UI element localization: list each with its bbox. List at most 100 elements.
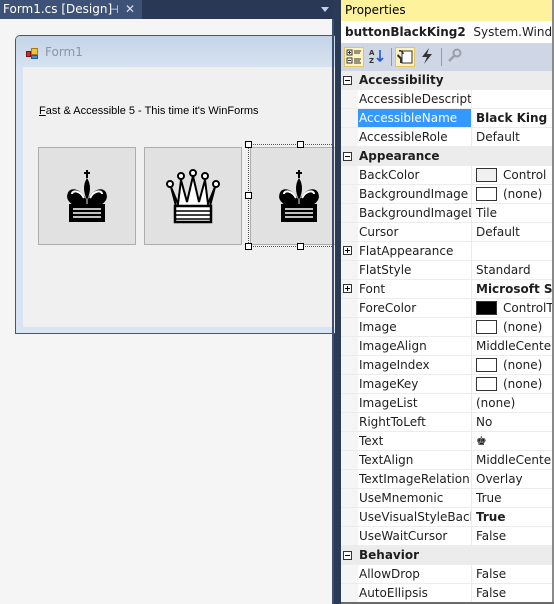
property-name[interactable]: AutoEllipsis [358, 584, 472, 602]
property-value[interactable]: Microsoft Sans Serif, 48pt [472, 280, 554, 298]
property-value[interactable]: (none) [472, 394, 554, 412]
chevron-down-icon[interactable] [321, 7, 329, 12]
property-row-imagekey[interactable]: ImageKey (none) [341, 375, 554, 394]
property-name[interactable]: Text [358, 432, 472, 450]
property-value[interactable]: ♚ [472, 432, 554, 450]
property-value[interactable]: False [472, 584, 554, 602]
form-label[interactable]: Fast & Accessible 5 - This time it's Win… [39, 105, 259, 117]
property-pages-button[interactable] [445, 47, 465, 67]
property-row-usewaitcursor[interactable]: UseWaitCursor False [341, 527, 554, 546]
property-name[interactable]: Font [358, 280, 472, 298]
property-row-imagelist[interactable]: ImageList (none) [341, 394, 554, 413]
property-row-allowdrop[interactable]: AllowDrop False [341, 565, 554, 584]
property-value[interactable]: (none) [472, 375, 554, 393]
form-client-area[interactable]: Fast & Accessible 5 - This time it's Win… [23, 67, 335, 327]
property-name[interactable]: AccessibleName [358, 109, 472, 127]
property-name[interactable]: BackgroundImage [358, 185, 472, 203]
property-row-imageindex[interactable]: ImageIndex (none) [341, 356, 554, 375]
pin-icon[interactable]: ⊣ [108, 0, 120, 19]
property-row-flatappearance[interactable]: FlatAppearance [341, 242, 554, 261]
property-value[interactable]: Default [472, 223, 554, 241]
categorized-button[interactable] [344, 47, 364, 67]
form-window[interactable]: Form1 Fast & Accessible 5 - This time it… [15, 35, 335, 334]
property-name[interactable]: ImageList [358, 394, 472, 412]
property-row-autoellipsis[interactable]: AutoEllipsis False [341, 584, 554, 603]
property-name[interactable]: ImageAlign [358, 337, 472, 355]
property-row-cursor[interactable]: Cursor Default [341, 223, 554, 242]
property-row-backcolor[interactable]: BackColor Control [341, 166, 554, 185]
property-name[interactable]: AccessibleDescription [358, 90, 472, 108]
property-row-backgroundimage[interactable]: BackgroundImage (none) [341, 185, 554, 204]
close-icon[interactable]: ✕ [124, 0, 136, 19]
property-name[interactable]: AccessibleRole [358, 128, 472, 146]
property-value[interactable]: ControlText [472, 299, 554, 317]
tab-form1-design[interactable]: Form1.cs [Design] ⊣ ✕ [0, 0, 142, 19]
property-name[interactable]: UseMnemonic [358, 489, 472, 507]
property-value[interactable]: No [472, 413, 554, 431]
property-name[interactable]: BackgroundImageLayout [358, 204, 472, 222]
property-row-imagealign[interactable]: ImageAlign MiddleCenter [341, 337, 554, 356]
resize-handle-left[interactable] [245, 192, 252, 199]
property-value[interactable]: (none) [472, 356, 554, 374]
property-row-forecolor[interactable]: ForeColor ControlText [341, 299, 554, 318]
property-value[interactable] [472, 242, 554, 260]
property-value[interactable]: Overlay [472, 470, 554, 488]
property-row-backgroundimagelayout[interactable]: BackgroundImageLayout Tile [341, 204, 554, 223]
property-value[interactable]: Tile [472, 204, 554, 222]
property-row-righttoleft[interactable]: RightToLeft No [341, 413, 554, 432]
property-name[interactable]: FlatStyle [358, 261, 472, 279]
property-value[interactable]: (none) [472, 185, 554, 203]
black-king-button[interactable] [38, 147, 136, 245]
property-row-accessiblerole[interactable]: AccessibleRole Default [341, 128, 554, 147]
resize-handle-bottom-left[interactable] [245, 243, 252, 250]
property-row-accessibledescription[interactable]: AccessibleDescription [341, 90, 554, 109]
property-value[interactable] [472, 90, 554, 108]
property-name[interactable]: TextImageRelation [358, 470, 472, 488]
property-value[interactable]: False [472, 565, 554, 583]
property-name[interactable]: ImageKey [358, 375, 472, 393]
alphabetical-button[interactable]: A Z [367, 47, 387, 67]
category-accessibility[interactable]: Accessibility [341, 71, 554, 90]
property-row-textimagerelation[interactable]: TextImageRelation Overlay [341, 470, 554, 489]
property-name[interactable]: BackColor [358, 166, 472, 184]
property-value[interactable]: True [472, 508, 554, 526]
property-row-usemnemonic[interactable]: UseMnemonic True [341, 489, 554, 508]
properties-button[interactable] [395, 47, 415, 67]
pane-splitter[interactable] [332, 19, 334, 604]
property-name[interactable]: Cursor [358, 223, 472, 241]
property-name[interactable]: TextAlign [358, 451, 472, 469]
object-selector[interactable]: buttonBlackKing2 System.Windows.Forms.Bu… [341, 21, 554, 43]
property-value[interactable]: Control [472, 166, 554, 184]
property-name[interactable]: UseVisualStyleBackColor [358, 508, 472, 526]
property-row-text[interactable]: Text ♚ [341, 432, 554, 451]
expand-icon[interactable] [341, 280, 358, 298]
property-value[interactable]: Default [472, 128, 554, 146]
property-row-image[interactable]: Image (none) [341, 318, 554, 337]
resize-handle-bottom[interactable] [297, 243, 304, 250]
property-row-accessiblename[interactable]: AccessibleName Black King [341, 109, 554, 128]
property-name[interactable]: ImageIndex [358, 356, 472, 374]
events-button[interactable] [418, 47, 438, 67]
property-name[interactable]: Image [358, 318, 472, 336]
property-row-font[interactable]: Font Microsoft Sans Serif, 48pt [341, 280, 554, 299]
property-value[interactable]: (none) [472, 318, 554, 336]
property-row-textalign[interactable]: TextAlign MiddleCenter [341, 451, 554, 470]
property-name[interactable]: ForeColor [358, 299, 472, 317]
property-name[interactable]: UseWaitCursor [358, 527, 472, 545]
property-name[interactable]: FlatAppearance [358, 242, 472, 260]
property-value[interactable]: False [472, 527, 554, 545]
category-appearance[interactable]: Appearance [341, 147, 554, 166]
resize-handle-top[interactable] [297, 141, 304, 148]
resize-handle-top-left[interactable] [245, 141, 252, 148]
property-row-flatstyle[interactable]: FlatStyle Standard [341, 261, 554, 280]
property-name[interactable]: RightToLeft [358, 413, 472, 431]
property-grid[interactable]: AccessibilityAccessibleDescriptionAccess… [341, 71, 554, 603]
property-value[interactable]: MiddleCenter [472, 337, 554, 355]
property-row-usevisualstylebackcolor[interactable]: UseVisualStyleBackColor True [341, 508, 554, 527]
black-queen-button[interactable] [144, 147, 242, 245]
expand-icon[interactable] [341, 242, 358, 260]
property-value[interactable]: True [472, 489, 554, 507]
category-behavior[interactable]: Behavior [341, 546, 554, 565]
property-value[interactable]: MiddleCenter [472, 451, 554, 469]
property-name[interactable]: AllowDrop [358, 565, 472, 583]
